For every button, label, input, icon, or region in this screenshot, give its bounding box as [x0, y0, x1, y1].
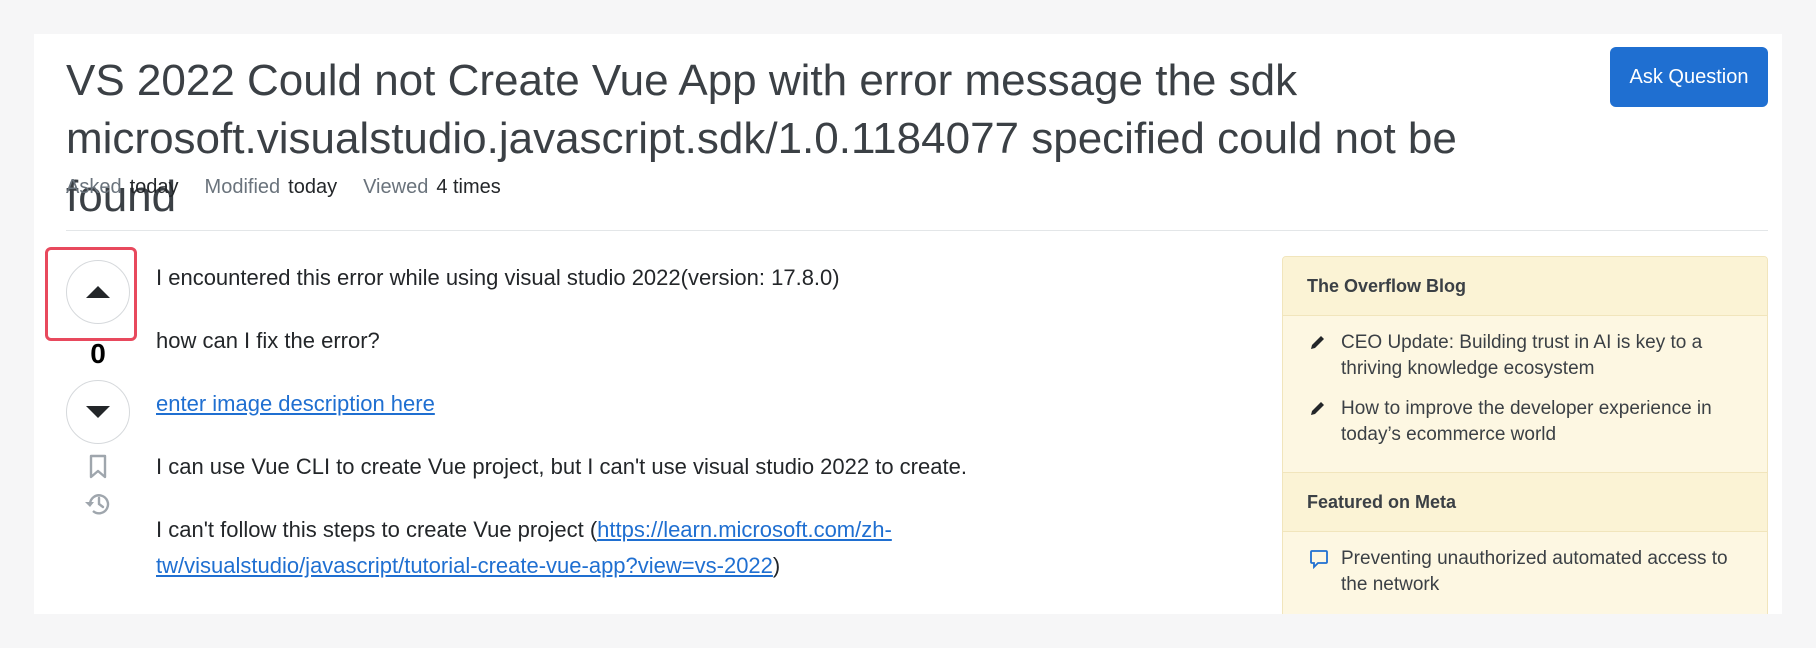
question-meta: Asked today Modified today Viewed 4 times: [66, 176, 501, 199]
upvote-button[interactable]: [66, 260, 130, 324]
meta-asked: Asked today: [66, 176, 179, 199]
body-paragraph-5: I can't follow this steps to create Vue …: [156, 512, 1036, 584]
meta-asked-value[interactable]: today: [130, 176, 179, 198]
header-divider: [66, 230, 1768, 231]
timeline-button[interactable]: [66, 490, 130, 518]
meta-item-text: Preventing unauthorized automated access…: [1341, 548, 1728, 595]
body-paragraph-2: how can I fix the error?: [156, 328, 380, 353]
speech-bubble-icon: [1309, 546, 1329, 598]
meta-asked-label: Asked: [66, 176, 122, 198]
question-page: VS 2022 Could not Create Vue App with er…: [34, 34, 1782, 614]
body-paragraph-1: I encountered this error while using vis…: [156, 265, 840, 290]
pencil-icon: [1309, 396, 1329, 448]
history-icon: [85, 494, 110, 515]
featured-meta-list: Preventing unauthorized automated access…: [1283, 532, 1767, 614]
vote-count: 0: [90, 338, 106, 369]
meta-viewed-label: Viewed: [363, 176, 429, 198]
meta-modified-label: Modified: [204, 176, 281, 198]
meta-item[interactable]: Preventing unauthorized automated access…: [1309, 546, 1745, 598]
blog-item-text: How to improve the developer experience …: [1341, 398, 1712, 445]
pencil-icon: [1309, 330, 1329, 382]
body-paragraph-3: enter image description here: [156, 386, 1036, 422]
image-description-link[interactable]: enter image description here: [156, 391, 435, 416]
overflow-blog-list: CEO Update: Building trust in AI is key …: [1283, 316, 1767, 472]
body-paragraph-5-prefix: I can't follow this steps to create Vue …: [156, 517, 598, 542]
blog-item-text: CEO Update: Building trust in AI is key …: [1341, 332, 1703, 379]
blog-item[interactable]: CEO Update: Building trust in AI is key …: [1309, 330, 1745, 382]
downvote-button[interactable]: [66, 380, 130, 444]
bookmark-icon: [89, 454, 107, 479]
meta-modified-value[interactable]: today: [288, 176, 337, 198]
overflow-blog-header: The Overflow Blog: [1283, 257, 1767, 316]
meta-modified: Modified today: [205, 176, 338, 199]
vote-cell: 0: [66, 260, 132, 518]
body-paragraph-4: I can use Vue CLI to create Vue project,…: [156, 454, 967, 479]
bookmark-button[interactable]: [66, 454, 130, 480]
question-body: I encountered this error while using vis…: [156, 260, 1036, 611]
body-paragraph-5-suffix: ): [772, 553, 781, 578]
blog-item[interactable]: How to improve the developer experience …: [1309, 396, 1745, 448]
question-title[interactable]: VS 2022 Could not Create Vue App with er…: [66, 52, 1546, 226]
ask-question-button[interactable]: Ask Question: [1610, 47, 1768, 107]
arrow-up-icon: [86, 286, 110, 298]
meta-viewed-value: 4 times: [436, 176, 501, 198]
sidebar-widget: The Overflow Blog CEO Update: Building t…: [1282, 256, 1768, 614]
featured-meta-header: Featured on Meta: [1283, 472, 1767, 532]
meta-viewed: Viewed 4 times: [363, 176, 501, 199]
arrow-down-icon: [86, 406, 110, 418]
